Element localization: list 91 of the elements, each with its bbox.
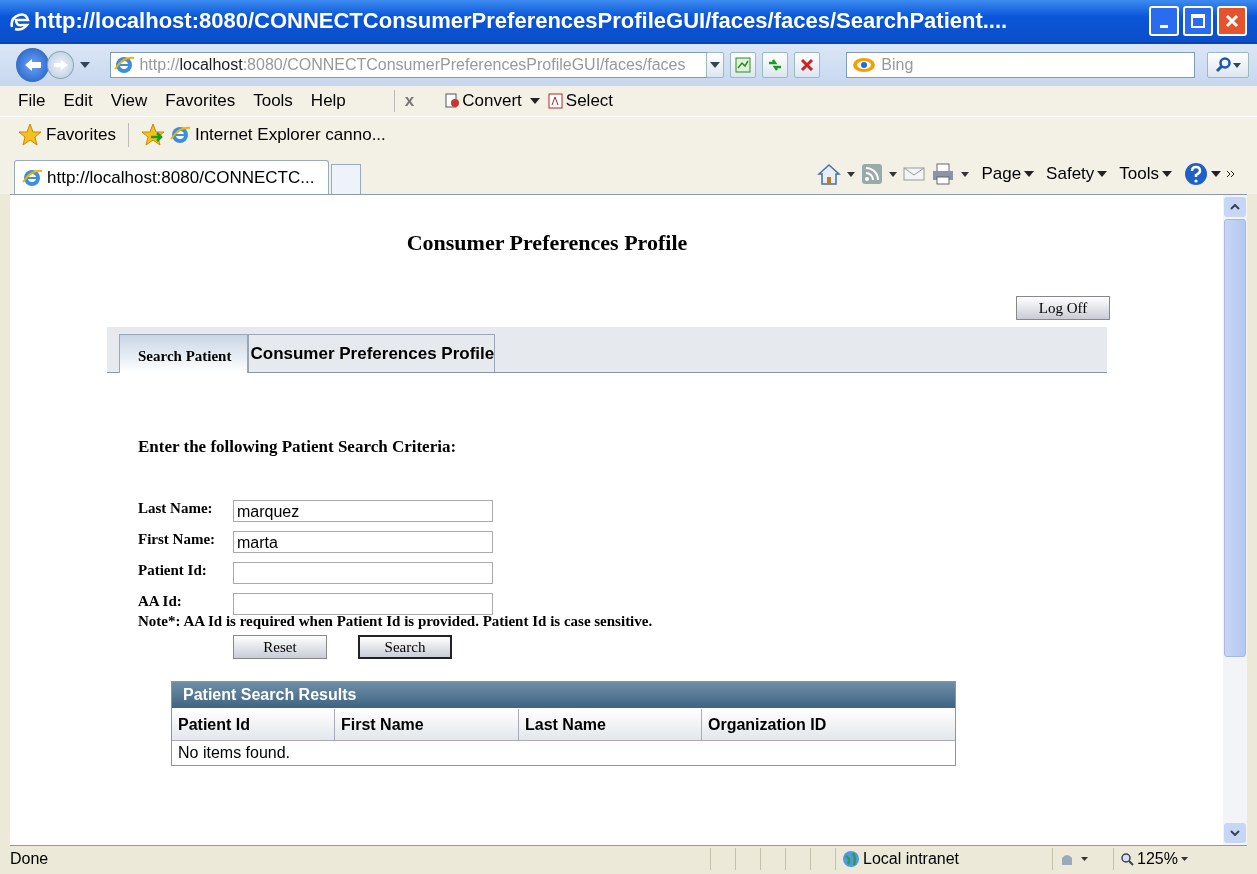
menu-item[interactable]: File xyxy=(18,91,54,111)
stop-button[interactable] xyxy=(794,52,821,78)
form-button[interactable]: Search xyxy=(358,635,452,659)
command-menu[interactable]: Tools xyxy=(1119,164,1172,184)
forward-button[interactable] xyxy=(47,51,75,79)
caret-icon xyxy=(1211,171,1221,177)
caret-icon xyxy=(710,62,721,68)
help-icon xyxy=(1184,162,1208,186)
status-text: Done xyxy=(10,850,50,868)
search-icon xyxy=(1215,57,1231,73)
column-header: Organization ID xyxy=(702,709,955,741)
page-tab[interactable]: Search Patient xyxy=(119,334,249,373)
command-menu[interactable]: Safety xyxy=(1046,164,1108,184)
left-arrow-icon xyxy=(23,58,42,72)
convert-button[interactable]: Convert xyxy=(444,91,522,111)
menu-item[interactable]: Edit xyxy=(63,91,101,111)
close-icon xyxy=(799,57,816,73)
field-label: AA Id: xyxy=(138,593,183,610)
column-header: Last Name xyxy=(519,709,702,741)
maximize-button[interactable] xyxy=(1183,6,1213,36)
caret-icon[interactable] xyxy=(961,171,970,177)
zoom-icon xyxy=(1120,852,1134,866)
form-button[interactable]: Reset xyxy=(233,635,327,659)
page-tab[interactable]: Consumer Preferences Profile xyxy=(248,334,496,372)
select-button[interactable]: Select xyxy=(547,91,614,111)
field-label: First Name: xyxy=(138,531,217,548)
log-off-button[interactable]: Log Off xyxy=(1016,296,1110,320)
menu-item[interactable]: Favorites xyxy=(165,91,244,111)
caret-icon xyxy=(1162,171,1172,177)
favorites-button[interactable]: Favorites xyxy=(18,122,116,147)
menu-item[interactable]: Help xyxy=(310,91,354,111)
globe-icon xyxy=(842,850,860,868)
zoom-button[interactable]: 125% xyxy=(1113,848,1220,870)
down-chevron-icon xyxy=(1230,830,1240,836)
scroll-arrow-button[interactable] xyxy=(1224,823,1246,843)
caret-icon[interactable] xyxy=(847,171,856,177)
input-field[interactable]: marquez xyxy=(233,500,493,522)
caret-icon[interactable] xyxy=(889,171,898,177)
add-favorite-icon[interactable] xyxy=(140,122,165,147)
refresh-button[interactable] xyxy=(762,52,789,78)
url-text: http://localhost:8080/CONNECTConsumerPreferencesProfileGUI/faces/faces xyxy=(139,56,686,74)
caret-icon[interactable] xyxy=(1081,857,1088,861)
field-label: Patient Id: xyxy=(138,562,208,579)
menu-item[interactable]: Tools xyxy=(253,91,301,111)
maximize-icon xyxy=(1190,13,1206,29)
dropdown-caret-icon[interactable] xyxy=(80,62,91,68)
input-field[interactable] xyxy=(233,593,493,615)
up-chevron-icon xyxy=(1230,204,1240,210)
feed-icon[interactable] xyxy=(861,163,884,185)
page-icon xyxy=(734,56,753,74)
right-arrow-icon xyxy=(52,59,69,71)
table-title: Patient Search Results xyxy=(172,682,955,708)
caret-icon xyxy=(1180,857,1188,861)
toolbar-close-button[interactable]: x xyxy=(404,91,415,111)
field-label: Last Name: xyxy=(138,500,214,517)
page-heading: Consumer Preferences Profile xyxy=(405,229,689,257)
minimize-icon xyxy=(1160,24,1168,28)
column-header: First Name xyxy=(335,709,519,741)
caret-icon xyxy=(1097,171,1108,177)
form-heading: Enter the following Patient Search Criteria: xyxy=(138,437,458,457)
scrollbar[interactable] xyxy=(1223,195,1247,845)
star-icon xyxy=(18,122,42,147)
help-button[interactable] xyxy=(1184,162,1221,186)
empty-message: No items found. xyxy=(177,743,292,763)
search-button[interactable] xyxy=(1207,52,1249,78)
scroll-arrow-button[interactable] xyxy=(1224,197,1246,217)
command-menu[interactable]: Page xyxy=(981,164,1035,184)
column-header: Patient Id xyxy=(172,709,335,741)
minimize-button[interactable] xyxy=(1149,6,1179,36)
address-dropdown-button[interactable] xyxy=(706,52,725,78)
scroll-thumb[interactable] xyxy=(1224,219,1246,657)
chevron-icon[interactable] xyxy=(1227,170,1235,178)
window-title: http://localhost:8080/CONNECTConsumerPreferencesProfileGUI/faces/faces/SearchPatient.... xyxy=(34,8,1009,34)
search-box[interactable]: Bing xyxy=(846,52,1195,78)
close-icon xyxy=(1224,13,1240,29)
input-field[interactable] xyxy=(233,562,493,584)
document-icon xyxy=(444,93,461,109)
print-icon[interactable] xyxy=(931,163,956,185)
home-icon[interactable] xyxy=(817,163,842,185)
zone-text: Local intranet xyxy=(863,850,960,868)
caret-icon xyxy=(1233,62,1241,68)
compatibility-button[interactable] xyxy=(730,52,757,78)
note-text: Note*: AA Id is required when Patient Id is provided. Patient Id is case sensitive. xyxy=(138,613,654,631)
caret-icon[interactable] xyxy=(529,98,540,104)
favorite-link[interactable]: Internet Explorer canno... xyxy=(168,123,386,146)
caret-icon xyxy=(1024,171,1035,177)
close-button[interactable] xyxy=(1217,6,1247,36)
back-button[interactable] xyxy=(16,48,50,82)
input-field[interactable]: marta xyxy=(233,531,493,553)
menu-item[interactable]: View xyxy=(110,91,156,111)
browser-tab[interactable]: http://localhost:8080/CONNECTC... xyxy=(14,160,330,194)
